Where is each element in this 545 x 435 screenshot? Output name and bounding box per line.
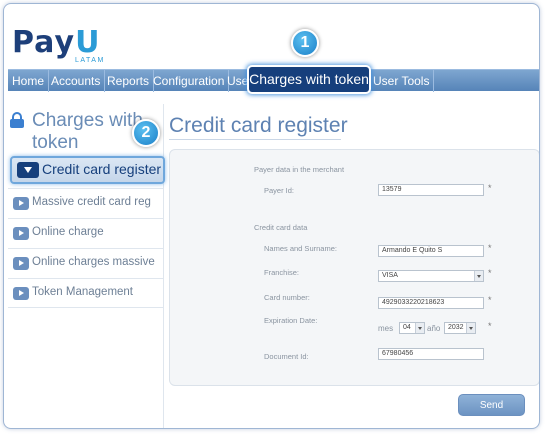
logo-subtitle: LATAM bbox=[75, 57, 105, 64]
year-prefix: año bbox=[427, 324, 441, 333]
name-field[interactable]: Armando E Quito S bbox=[378, 245, 484, 257]
nav-home[interactable]: Home bbox=[8, 70, 50, 92]
franchise-select[interactable]: VISA bbox=[378, 270, 484, 282]
document-field[interactable]: 67980456 bbox=[378, 348, 484, 360]
year-value: 2032 bbox=[448, 324, 464, 331]
sidebar-item-online-charge[interactable]: Online charge bbox=[8, 218, 164, 248]
sidebar-item-label: Online charge bbox=[32, 226, 104, 238]
nav-accounts[interactable]: Accounts bbox=[47, 70, 106, 92]
payer-id-label: Payer Id: bbox=[264, 186, 295, 195]
send-button[interactable]: Send bbox=[458, 394, 525, 416]
nav-charges-with-token[interactable]: Charges with token bbox=[247, 65, 371, 94]
franchise-value: VISA bbox=[382, 272, 398, 279]
year-select[interactable]: 2032 bbox=[444, 322, 476, 334]
required-mark: * bbox=[488, 183, 492, 193]
logo-text: Pay bbox=[12, 25, 76, 60]
sidebar-item-label: Token Management bbox=[32, 286, 134, 298]
chevron-right-icon bbox=[13, 287, 29, 300]
chevron-down-icon bbox=[474, 271, 483, 281]
payu-logo: Pay U LATAM bbox=[12, 25, 103, 68]
expiration-label: Expiration Date: bbox=[264, 316, 318, 325]
chevron-right-icon bbox=[13, 257, 29, 270]
chevron-right-icon bbox=[13, 197, 29, 210]
sidebar-item-massive-credit-card-reg[interactable]: Massive credit card reg bbox=[8, 188, 164, 218]
sidebar-item-token-management[interactable]: Token Management bbox=[8, 278, 164, 308]
sidebar-item-label: Credit card register bbox=[42, 161, 162, 177]
chevron-down-icon bbox=[17, 162, 39, 178]
payer-id-field[interactable]: 13579 bbox=[378, 184, 484, 196]
month-prefix: mes bbox=[378, 324, 394, 333]
chevron-right-icon bbox=[13, 227, 29, 240]
title-divider bbox=[169, 139, 341, 140]
payer-section-label: Payer data in the merchant bbox=[254, 165, 345, 174]
sidebar: Charges with token Credit card register … bbox=[8, 104, 165, 428]
month-select[interactable]: 04 bbox=[399, 322, 425, 334]
credit-card-form: Payer data in the merchant Payer Id: 135… bbox=[169, 149, 539, 386]
page-title: Credit card register bbox=[169, 114, 348, 137]
required-mark: * bbox=[488, 321, 492, 331]
required-mark: * bbox=[488, 268, 492, 278]
nav-user-tools[interactable]: User Tools bbox=[369, 70, 435, 92]
document-label: Document Id: bbox=[264, 352, 309, 361]
card-number-label: Card number: bbox=[264, 293, 310, 302]
nav-configuration[interactable]: Configuration bbox=[149, 70, 230, 92]
required-mark: * bbox=[488, 295, 492, 305]
step-badge-2: 2 bbox=[132, 119, 160, 147]
required-mark: * bbox=[488, 243, 492, 253]
franchise-label: Franchise: bbox=[264, 268, 300, 277]
sidebar-item-label: Massive credit card reg bbox=[32, 196, 151, 208]
month-value: 04 bbox=[403, 324, 411, 331]
sidebar-item-label: Online charges massive bbox=[32, 256, 155, 268]
app-window: Pay U LATAM Home Accounts Reports Configu… bbox=[3, 3, 540, 429]
sidebar-item-online-charges-massive[interactable]: Online charges massive bbox=[8, 248, 164, 278]
sidebar-item-credit-card-register[interactable]: Credit card register bbox=[10, 156, 165, 184]
step-badge-1: 1 bbox=[291, 29, 319, 57]
lock-icon bbox=[10, 112, 24, 128]
chevron-down-icon bbox=[466, 323, 475, 333]
card-number-field[interactable]: 4929033220218623 bbox=[378, 297, 484, 309]
logo-text-accent: U bbox=[75, 25, 101, 60]
name-label: Names and Surname: bbox=[264, 244, 337, 253]
card-section-label: Credit card data bbox=[254, 223, 308, 232]
chevron-down-icon bbox=[415, 323, 424, 333]
nav-reports[interactable]: Reports bbox=[103, 70, 155, 92]
